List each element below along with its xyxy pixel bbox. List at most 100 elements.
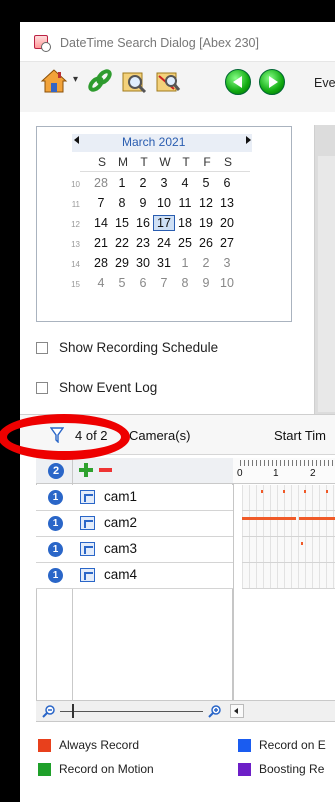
start-time-label: Start Tim	[274, 428, 327, 443]
preview-panel-inner	[317, 156, 335, 412]
calendar-day[interactable]: 9	[197, 276, 215, 290]
camera-list-header	[36, 458, 233, 484]
calendar-day-selected[interactable]: 17	[153, 215, 175, 231]
camera-badge: 1	[48, 568, 63, 583]
highlight-ring	[0, 414, 130, 460]
calendar-day[interactable]: 5	[113, 276, 131, 290]
calendar-day[interactable]: 6	[134, 276, 152, 290]
legend-swatch	[238, 763, 251, 776]
calendar-day[interactable]: 21	[92, 236, 110, 250]
show-event-log-label[interactable]: Show Event Log	[59, 380, 157, 395]
calendar-day[interactable]: 23	[134, 236, 152, 250]
calendar-day[interactable]: 30	[134, 256, 152, 270]
find-recording-icon[interactable]	[120, 67, 148, 95]
calendar-day[interactable]: 28	[92, 256, 110, 270]
calendar-day[interactable]: 29	[113, 256, 131, 270]
calendar-day[interactable]: 14	[92, 216, 110, 230]
calendar-day[interactable]: 9	[134, 196, 152, 210]
calendar-day[interactable]: 15	[113, 216, 131, 230]
title-bar: DateTime Search Dialog [Abex 230]	[20, 22, 335, 62]
calendar-day[interactable]: 22	[113, 236, 131, 250]
day-header: S	[223, 155, 232, 169]
timeline-row[interactable]	[242, 563, 335, 589]
legend-label: Always Record	[59, 738, 140, 752]
calendar-prev-month-icon[interactable]	[74, 136, 79, 144]
camera-badge: 1	[48, 490, 63, 505]
camera-row[interactable]: 1 cam4	[36, 563, 233, 589]
calendar-day[interactable]: 1	[113, 176, 131, 190]
link-icon[interactable]	[86, 67, 114, 95]
calendar-divider	[80, 171, 250, 172]
calendar-day[interactable]: 12	[197, 196, 215, 210]
calendar-day[interactable]: 4	[92, 276, 110, 290]
add-camera-button[interactable]	[79, 463, 93, 477]
calendar-day[interactable]: 8	[113, 196, 131, 210]
camera-row[interactable]: 1 cam2	[36, 511, 233, 537]
calendar-day[interactable]: 5	[197, 176, 215, 190]
calendar-day[interactable]: 6	[218, 176, 236, 190]
calendar-day[interactable]: 11	[176, 196, 194, 210]
calendar-day[interactable]: 20	[218, 216, 236, 230]
calendar-day[interactable]: 3	[155, 176, 173, 190]
camera-icon	[80, 490, 95, 504]
camera-name: cam2	[104, 515, 138, 530]
calendar-day[interactable]: 24	[155, 236, 173, 250]
camera-row[interactable]: 1 cam1	[36, 485, 233, 511]
calendar-day[interactable]: 25	[176, 236, 194, 250]
calendar-day[interactable]: 2	[134, 176, 152, 190]
zoom-in-icon[interactable]	[208, 704, 222, 718]
zoom-out-icon[interactable]	[42, 704, 56, 718]
next-button[interactable]	[259, 69, 285, 95]
calendar-day[interactable]: 16	[134, 216, 152, 230]
home-icon[interactable]	[40, 68, 68, 94]
calendar-day[interactable]: 27	[218, 236, 236, 250]
calendar-day[interactable]: 7	[155, 276, 173, 290]
legend-swatch	[38, 739, 51, 752]
recording-segment	[261, 490, 263, 493]
calendar-day[interactable]: 10	[155, 196, 173, 210]
zoom-slider-thumb[interactable]	[72, 704, 74, 718]
day-header: M	[118, 155, 128, 169]
week-number: 11	[71, 200, 80, 209]
calendar-day[interactable]: 28	[92, 176, 110, 190]
timeline-row[interactable]	[242, 537, 335, 563]
calendar-day[interactable]: 10	[218, 276, 236, 290]
calendar-day[interactable]: 2	[197, 256, 215, 270]
calendar-day[interactable]: 8	[176, 276, 194, 290]
camera-row[interactable]: 1 cam3	[36, 537, 233, 563]
previous-button[interactable]	[225, 69, 251, 95]
timeline-tick-label: 0	[237, 468, 243, 479]
recording-segment	[283, 490, 285, 493]
calendar-day[interactable]: 19	[197, 216, 215, 230]
calendar-day[interactable]: 1	[176, 256, 194, 270]
timeline-row[interactable]	[242, 485, 335, 511]
home-dropdown-arrow-icon[interactable]: ▾	[73, 74, 78, 85]
search-event-icon[interactable]	[154, 67, 182, 95]
calendar-day[interactable]: 3	[218, 256, 236, 270]
recording-segment	[299, 517, 335, 520]
day-header: T	[182, 155, 190, 169]
camera-icon	[80, 516, 95, 530]
scroll-left-icon[interactable]	[230, 704, 244, 718]
calendar-next-month-icon[interactable]	[246, 136, 251, 144]
recording-segment	[301, 542, 303, 545]
dialog-window: DateTime Search Dialog [Abex 230] ▾ Eve …	[20, 22, 335, 802]
legend-label: Boosting Re	[259, 762, 325, 776]
calendar-day[interactable]: 26	[197, 236, 215, 250]
calendar-day[interactable]: 31	[155, 256, 173, 270]
camera-name: cam1	[104, 489, 138, 504]
calendar-day[interactable]: 13	[218, 196, 236, 210]
show-event-log-checkbox[interactable]	[36, 382, 48, 394]
remove-camera-button[interactable]	[99, 468, 112, 472]
calendar-day[interactable]: 18	[176, 216, 194, 230]
camera-name: cam4	[104, 567, 138, 582]
timeline-row[interactable]	[242, 511, 335, 537]
recording-segment	[242, 517, 296, 520]
calendar-day[interactable]: 4	[176, 176, 194, 190]
calendar-month-label[interactable]: March 2021	[122, 135, 185, 149]
zoom-slider-track[interactable]	[60, 711, 203, 712]
show-recording-schedule-label[interactable]: Show Recording Schedule	[59, 340, 218, 355]
show-recording-schedule-checkbox[interactable]	[36, 342, 48, 354]
calendar-day[interactable]: 7	[92, 196, 110, 210]
recording-segment	[304, 490, 306, 493]
